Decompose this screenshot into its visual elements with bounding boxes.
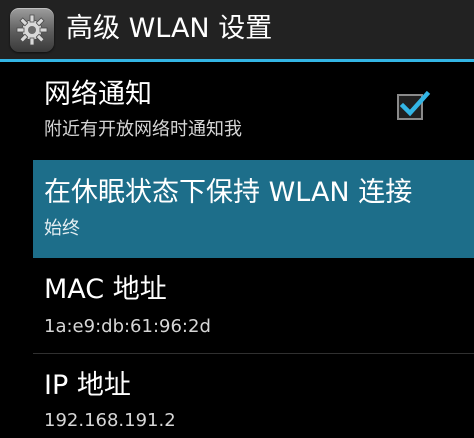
mac-address-title: MAC 地址 [44,274,167,305]
network-notify-preference[interactable]: 网络通知 附近有开放网络时通知我 [0,62,474,160]
action-bar: 高级 WLAN 设置 [0,0,474,62]
ip-address-title: IP 地址 [44,370,131,401]
mac-address-preference: MAC 地址 1a:e9:db:61:96:2d [0,262,474,354]
ip-address-preference: IP 地址 192.168.191.2 [0,356,474,438]
mac-address-value: 1a:e9:db:61:96:2d [44,316,211,337]
list-divider [33,353,474,354]
page-title: 高级 WLAN 设置 [66,13,273,44]
network-notify-title: 网络通知 [44,79,152,110]
sleep-policy-title: 在休眠状态下保持 WLAN 连接 [44,177,413,208]
network-notify-checkbox[interactable] [397,90,431,120]
checkmark-icon [399,90,431,117]
network-notify-summary: 附近有开放网络时通知我 [44,119,242,140]
settings-gear-icon[interactable] [10,8,54,52]
sleep-policy-preference[interactable]: 在休眠状态下保持 WLAN 连接 始终 [33,160,474,258]
screen: 高级 WLAN 设置 网络通知 附近有开放网络时通知我 在休眠状态下保持 WLA… [0,0,474,438]
ip-address-value: 192.168.191.2 [44,410,176,431]
sleep-policy-summary: 始终 [44,218,80,239]
